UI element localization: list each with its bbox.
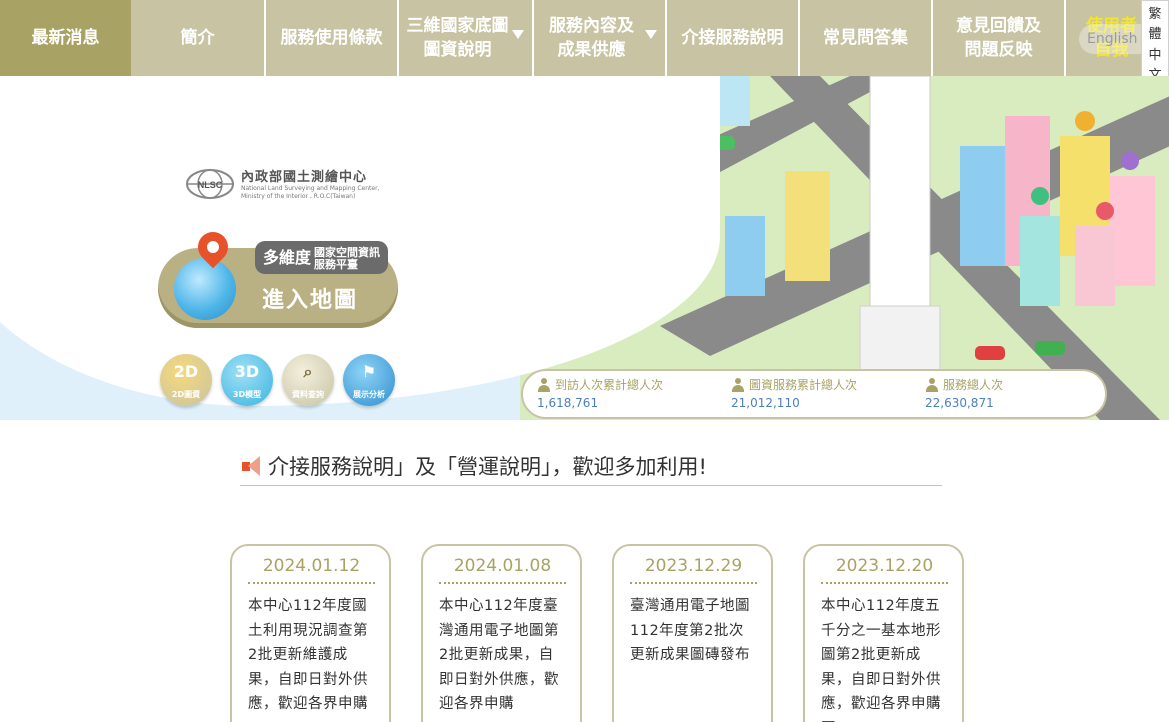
nav-label: 常見問答集	[823, 28, 908, 48]
nav-services[interactable]: 服務內容及 成果供應	[534, 0, 667, 76]
tool-label: 資料查詢	[292, 390, 324, 399]
2d-map-button[interactable]: 2D 2D圖資	[160, 354, 212, 406]
lang-char: 繁	[1148, 6, 1162, 22]
nav-label: 簡介	[180, 28, 215, 48]
3d-model-icon: 3D	[234, 362, 260, 381]
nav-label: 服務使用條款	[280, 28, 383, 48]
nlsc-text: 內政部國土測繪中心 National Land Surveying and Ma…	[241, 166, 379, 201]
news-date: 2024.01.08	[439, 556, 566, 584]
news-text: 本中心112年度五千分之一基本地形圖第2批更新成果，自即日對外供應，歡迎各界申購…	[821, 598, 941, 722]
enter-map-label: 進入地圖	[262, 288, 359, 313]
lang-char: 體	[1148, 27, 1162, 43]
nav-label: 三維國家底圖 圖資說明	[406, 16, 509, 60]
tool-label: 展示分析	[353, 390, 385, 399]
person-icon	[537, 377, 551, 392]
news-text: 本中心112年度國土利用現況調查第2批更新維護成果，自即日對外供應，歡迎各界申購	[248, 598, 368, 712]
language-switch[interactable]: 繁 體 中 文	[1141, 0, 1169, 86]
news-date: 2023.12.20	[821, 556, 948, 584]
nav-faq[interactable]: 常見問答集	[800, 0, 933, 76]
display-analysis-button[interactable]: ⚑ 展示分析	[343, 354, 395, 406]
display-analysis-icon: ⚑	[361, 362, 377, 381]
org-subtitle: National Land Surveying and Mapping Cent…	[241, 185, 380, 200]
stat-value: 22,630,871	[925, 396, 994, 410]
marquee-text: 介接服務說明」及「營運說明」，歡迎多加利用!	[268, 454, 707, 479]
visitor-stats: 到訪人次累計總人次 1,618,761 圖資服務累計總人次 21,012,110…	[521, 369, 1107, 419]
announcement-marquee[interactable]: 介接服務說明」及「營運說明」，歡迎多加利用!	[240, 446, 942, 486]
tool-label: 3D模型	[232, 390, 262, 399]
news-card[interactable]: 2023.12.20 本中心112年度五千分之一基本地形圖第2批更新成果，自即日…	[803, 544, 964, 722]
stat-visitors: 到訪人次累計總人次 1,618,761	[523, 371, 717, 417]
chevron-down-icon	[645, 30, 657, 39]
tool-label: 2D圖資	[171, 390, 201, 399]
data-query-icon: ⌕	[303, 362, 313, 381]
megaphone-icon	[240, 454, 264, 478]
nav-3d-basemap[interactable]: 三維國家底圖 圖資說明	[399, 0, 534, 76]
nlsc-globe-icon: NLSC	[186, 168, 234, 199]
person-icon	[925, 377, 939, 392]
news-card[interactable]: 2024.01.12 本中心112年度國土利用現況調查第2批更新維護成果，自即日…	[230, 544, 391, 722]
nav-latest-news[interactable]: 最新消息	[0, 0, 131, 76]
tool-shortcuts: 2D 2D圖資 3D 3D模型 ⌕ 資料查詢 ⚑ 展示分析	[160, 354, 395, 406]
2d-map-icon: 2D	[173, 362, 199, 381]
svg-text:NLSC: NLSC	[198, 180, 223, 190]
platform-title: 多維度 國家空間資訊 服務平臺	[255, 241, 389, 274]
nav-label: 最新消息	[31, 28, 100, 48]
news-list: 2024.01.12 本中心112年度國土利用現況調查第2批更新維護成果，自即日…	[230, 544, 964, 722]
nav-terms[interactable]: 服務使用條款	[266, 0, 399, 76]
stat-map-service: 圖資服務累計總人次 21,012,110	[717, 371, 911, 417]
nav-api-service[interactable]: 介接服務說明	[667, 0, 800, 76]
nlsc-logo: NLSC 內政部國土測繪中心 National Land Surveying a…	[185, 166, 379, 201]
stat-total: 服務總人次 22,630,871	[911, 371, 1105, 417]
news-card[interactable]: 2024.01.08 本中心112年度臺灣通用電子地圖第2批更新成果，自即日對外…	[421, 544, 582, 722]
3d-model-button[interactable]: 3D 3D模型	[221, 354, 273, 406]
news-card[interactable]: 2023.12.29 臺灣通用電子地圖112年度第2批次更新成果圖磚發布	[612, 544, 773, 722]
news-text: 本中心112年度臺灣通用電子地圖第2批更新成果，自即日對外供應，歡迎各界申購	[439, 598, 559, 712]
stat-label: 服務總人次	[943, 378, 1004, 392]
data-query-button[interactable]: ⌕ 資料查詢	[282, 354, 334, 406]
person-icon	[731, 377, 745, 392]
stat-label: 圖資服務累計總人次	[749, 378, 858, 392]
hero-banner: NLSC 內政部國土測繪中心 National Land Surveying a…	[0, 76, 1169, 420]
chevron-down-icon	[512, 30, 524, 39]
nav-feedback[interactable]: 意見回饋及 問題反映	[933, 0, 1066, 76]
stat-label: 到訪人次累計總人次	[555, 378, 664, 392]
globe-icon	[174, 258, 236, 320]
top-nav: 最新消息 簡介 服務使用條款 三維國家底圖 圖資說明 服務內容及 成果供應 介接…	[0, 0, 1169, 76]
news-date: 2023.12.29	[630, 556, 757, 584]
platform-title-small: 國家空間資訊 服務平臺	[314, 245, 381, 271]
news-text: 臺灣通用電子地圖112年度第2批次更新成果圖磚發布	[630, 598, 750, 663]
stat-value: 1,618,761	[537, 396, 599, 410]
nav-intro[interactable]: 簡介	[131, 0, 266, 76]
nav-label: 服務內容及 成果供應	[549, 16, 634, 60]
lang-char: 中	[1148, 47, 1162, 63]
stat-value: 21,012,110	[731, 396, 800, 410]
nav-label: 介接服務說明	[681, 28, 784, 48]
news-date: 2024.01.12	[248, 556, 375, 584]
nav-label: 意見回饋及 問題反映	[956, 16, 1041, 60]
org-title: 內政部國土測繪中心	[241, 170, 368, 185]
platform-title-big: 多維度	[263, 248, 312, 267]
